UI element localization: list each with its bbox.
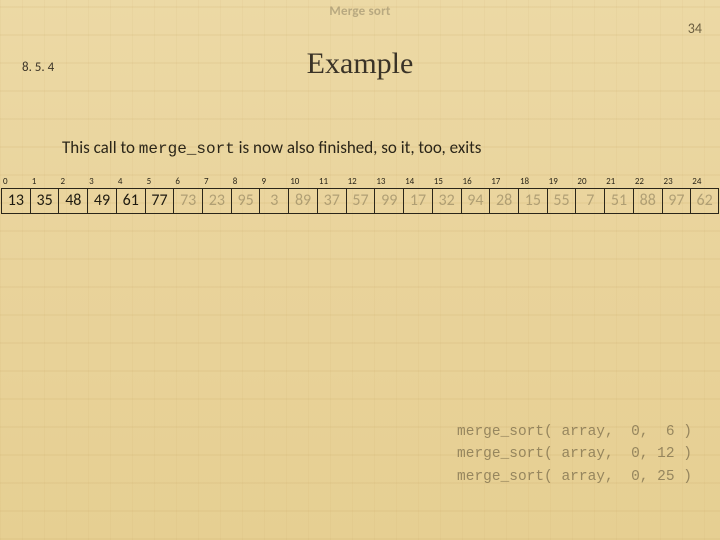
array-index: 11 (317, 176, 346, 188)
array-index: 23 (662, 176, 691, 188)
array-index: 3 (87, 176, 116, 188)
array-cell: 17 (403, 188, 432, 214)
array-cell: 55 (547, 188, 576, 214)
array-index: 1 (30, 176, 59, 188)
array-index: 19 (547, 176, 576, 188)
array-index: 24 (690, 176, 719, 188)
call-line: merge_sort( array, 0, 25 ) (457, 466, 692, 488)
array-cell: 35 (30, 188, 59, 214)
array-index: 9 (259, 176, 288, 188)
array-cell: 7 (575, 188, 604, 214)
array-cell: 28 (489, 188, 518, 214)
slide-number: 34 (688, 20, 702, 37)
array-index: 6 (173, 176, 202, 188)
array-index: 15 (432, 176, 461, 188)
array-index: 21 (604, 176, 633, 188)
array-index: 17 (489, 176, 518, 188)
array-cell: 23 (202, 188, 231, 214)
array-cell: 49 (87, 188, 116, 214)
array-cell: 95 (231, 188, 260, 214)
array-cell: 77 (145, 188, 174, 214)
array-index: 13 (374, 176, 403, 188)
array-cell: 37 (317, 188, 346, 214)
array-cell: 13 (1, 188, 30, 214)
array-index: 5 (145, 176, 174, 188)
array-index: 4 (116, 176, 145, 188)
array-index: 10 (288, 176, 317, 188)
body-suffix: is now also finished, so it, too, exits (235, 137, 482, 158)
array-cell: 89 (288, 188, 317, 214)
array-index: 8 (231, 176, 260, 188)
call-stack: merge_sort( array, 0, 6 ) merge_sort( ar… (457, 421, 692, 488)
array-cell: 73 (173, 188, 202, 214)
array-cell: 94 (461, 188, 490, 214)
array-cell: 57 (346, 188, 375, 214)
array-index: 14 (403, 176, 432, 188)
array-index: 22 (633, 176, 662, 188)
array-index: 20 (575, 176, 604, 188)
array-cell: 62 (690, 188, 719, 214)
call-line: merge_sort( array, 0, 12 ) (457, 443, 692, 465)
array-cell: 97 (662, 188, 691, 214)
array-index: 0 (1, 176, 30, 188)
array-cell: 88 (633, 188, 662, 214)
array-cell: 61 (116, 188, 145, 214)
body-code: merge_sort (139, 140, 235, 158)
array-index: 2 (58, 176, 87, 188)
array-cell: 3 (259, 188, 288, 214)
array-index: 12 (346, 176, 375, 188)
page-title: Example (0, 47, 720, 81)
body-prefix: This call to (62, 137, 139, 158)
body-text: This call to merge_sort is now also fini… (62, 137, 720, 158)
call-line: merge_sort( array, 0, 6 ) (457, 421, 692, 443)
array-diagram: 0123456789101112131415161718192021222324… (0, 176, 720, 214)
array-index: 7 (202, 176, 231, 188)
array-cell: 51 (604, 188, 633, 214)
array-cell: 48 (58, 188, 87, 214)
section-number: 8. 5. 4 (22, 60, 54, 75)
array-index: 16 (461, 176, 490, 188)
header-subtitle: Merge sort (0, 0, 720, 19)
array-cell: 99 (374, 188, 403, 214)
array-index: 18 (518, 176, 547, 188)
array-cell: 32 (432, 188, 461, 214)
array-cell: 15 (518, 188, 547, 214)
